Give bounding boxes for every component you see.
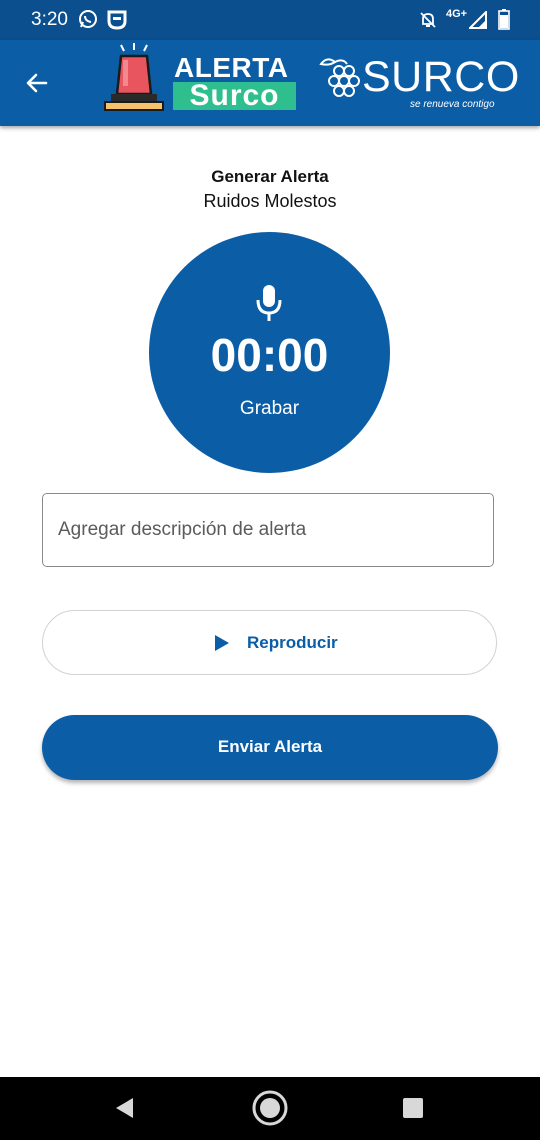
- nav-recents-icon[interactable]: [402, 1097, 424, 1119]
- status-bar: 3:20 4G+: [0, 0, 540, 40]
- app-notification-icon: [107, 10, 127, 30]
- siren-logo-icon: [104, 43, 164, 111]
- send-alert-label: Enviar Alerta: [217, 737, 323, 756]
- whatsapp-icon: [79, 10, 97, 28]
- alert-type: Ruidos Molestos: [203, 191, 337, 211]
- system-navigation-bar: [0, 1077, 540, 1140]
- logo-surco-text: Surco: [173, 81, 296, 111]
- brand-tagline: se renueva contigo: [410, 99, 495, 110]
- play-label: Reproducir: [247, 633, 338, 652]
- play-recording-button[interactable]: Reproducir: [42, 610, 497, 675]
- back-arrow-icon[interactable]: [24, 70, 50, 96]
- record-label: Grabar: [239, 398, 300, 419]
- nav-home-icon[interactable]: [251, 1089, 289, 1127]
- nav-back-icon[interactable]: [113, 1096, 135, 1120]
- page-title: Generar Alerta: [211, 167, 329, 186]
- play-icon: [215, 635, 229, 651]
- record-timer: 00:00: [210, 329, 329, 381]
- alert-description-input[interactable]: [42, 493, 494, 567]
- notifications-muted-icon: [420, 12, 436, 28]
- battery-icon: [498, 9, 510, 30]
- send-alert-button[interactable]: Enviar Alerta: [42, 715, 498, 780]
- microphone-icon: [256, 285, 282, 321]
- app-bar: ALERTA Surco SURCO se renueva contigo: [0, 40, 540, 126]
- brand-name: SURCO: [362, 53, 520, 101]
- logo-alerta-text: ALERTA: [174, 52, 289, 83]
- grapes-logo-icon: [319, 58, 360, 97]
- network-type: 4G+: [446, 8, 468, 20]
- signal-icon: [469, 11, 487, 29]
- status-time: 3:20: [31, 9, 68, 30]
- record-button[interactable]: 00:00 Grabar: [149, 232, 390, 473]
